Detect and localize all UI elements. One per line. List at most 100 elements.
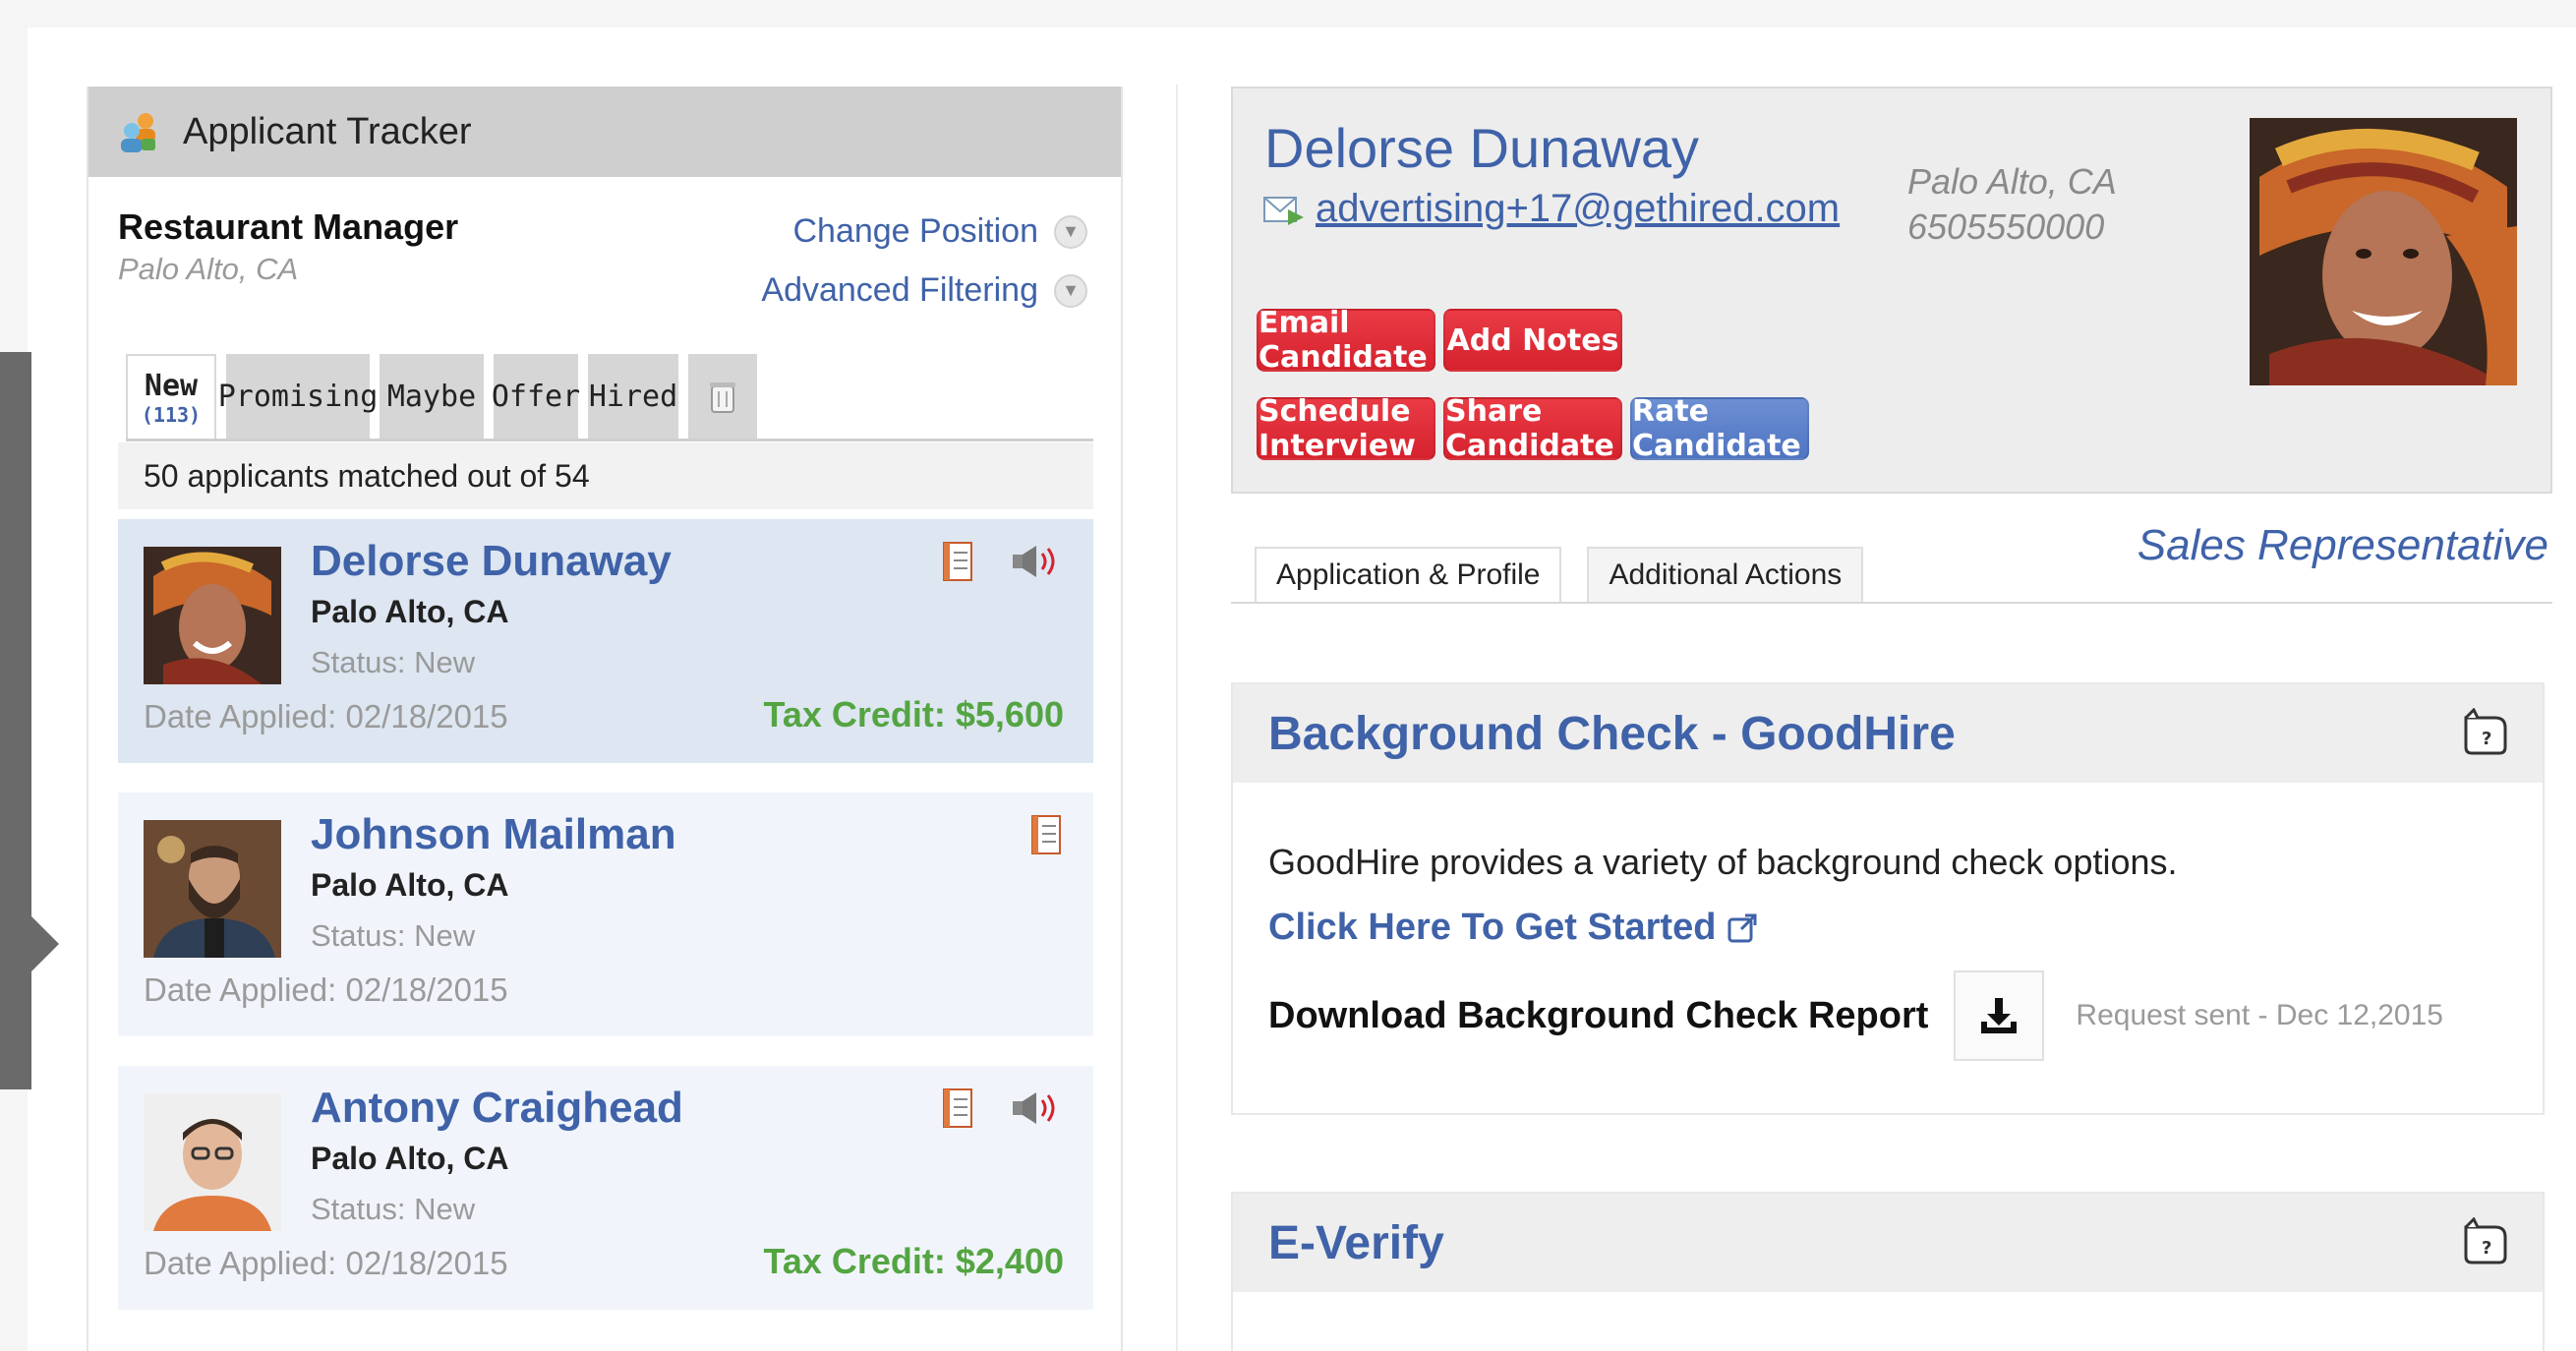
rate-candidate-button[interactable]: Rate Candidate bbox=[1630, 394, 1809, 463]
candidate-location: Palo Alto, CA bbox=[1907, 161, 2117, 202]
change-position-link[interactable]: Change Position ▼ bbox=[792, 212, 1087, 251]
everify-title: E-Verify bbox=[1268, 1216, 1444, 1269]
applicant-status: Status: New bbox=[311, 918, 476, 953]
tab-maybe-label: Maybe bbox=[386, 379, 477, 414]
applicant-name[interactable]: Delorse Dunaway bbox=[311, 537, 672, 586]
everify-header: E-Verify ? bbox=[1233, 1194, 2543, 1292]
help-icon[interactable]: ? bbox=[2460, 1217, 2511, 1268]
card-icons bbox=[940, 541, 1064, 582]
profile-tab-underline bbox=[1231, 602, 2552, 604]
applicant-city: Palo Alto, CA bbox=[311, 594, 509, 629]
notes-icon[interactable] bbox=[1028, 814, 1064, 855]
applicant-card[interactable]: Antony Craighead Palo Alto, CA Status: N… bbox=[118, 1066, 1093, 1310]
candidate-profile: Delorse Dunaway advertising+17@gethired.… bbox=[1231, 87, 2552, 494]
speaker-icon[interactable] bbox=[1011, 544, 1064, 579]
tab-underline bbox=[126, 439, 1093, 441]
notes-icon[interactable] bbox=[940, 1087, 975, 1129]
applicant-card[interactable]: Delorse Dunaway Palo Alto, CA Status: Ne… bbox=[118, 519, 1093, 763]
tab-new-count: (113) bbox=[141, 402, 202, 427]
svg-text:?: ? bbox=[2482, 729, 2491, 749]
tab-offer[interactable]: Offer bbox=[491, 354, 581, 439]
tax-credit: Tax Credit: $2,400 bbox=[763, 1241, 1064, 1281]
download-button[interactable] bbox=[1954, 970, 2045, 1061]
download-row: Download Background Check Report Request… bbox=[1268, 970, 2543, 1061]
candidate-photo bbox=[2250, 118, 2517, 385]
applicant-date: Date Applied: 02/18/2015 bbox=[144, 1245, 508, 1281]
get-started-label[interactable]: Click Here To Get Started bbox=[1268, 907, 1716, 949]
add-notes-button[interactable]: Add Notes bbox=[1443, 309, 1622, 372]
tax-credit: Tax Credit: $5,600 bbox=[763, 694, 1064, 734]
advanced-filtering-link[interactable]: Advanced Filtering ▼ bbox=[761, 271, 1087, 310]
status-tabs: New (113) Promising Maybe Offer Hired bbox=[126, 354, 757, 439]
background-check-body: GoodHire provides a variety of backgroun… bbox=[1233, 783, 2543, 1061]
avatar bbox=[144, 820, 281, 958]
chevron-down-icon[interactable]: ▼ bbox=[1054, 273, 1087, 308]
tracker-title: Applicant Tracker bbox=[183, 110, 472, 152]
trash-icon bbox=[710, 382, 735, 413]
card-icons bbox=[940, 1087, 1064, 1129]
position-label: Sales Representative bbox=[2137, 521, 2548, 569]
expand-arrow-icon[interactable] bbox=[31, 916, 59, 971]
chevron-down-icon[interactable]: ▼ bbox=[1054, 214, 1087, 249]
background-check-description: GoodHire provides a variety of backgroun… bbox=[1268, 842, 2178, 882]
applicant-card[interactable]: Johnson Mailman Palo Alto, CA Status: Ne… bbox=[118, 793, 1093, 1036]
everify-section: E-Verify ? bbox=[1231, 1192, 2545, 1351]
position-title: Restaurant Manager bbox=[118, 206, 459, 247]
email-icon bbox=[1263, 196, 1304, 225]
applicant-city: Palo Alto, CA bbox=[311, 867, 509, 903]
candidate-name: Delorse Dunaway bbox=[1264, 117, 1699, 179]
speaker-icon[interactable] bbox=[1011, 1090, 1064, 1126]
applicant-name[interactable]: Antony Craighead bbox=[311, 1084, 683, 1133]
profile-tabs: Application & Profile Additional Actions bbox=[1255, 547, 1864, 602]
tab-hired[interactable]: Hired bbox=[588, 354, 678, 439]
panel-divider bbox=[1176, 85, 1178, 1351]
email-candidate-button[interactable]: Email Candidate bbox=[1257, 306, 1435, 375]
download-report-label: Download Background Check Report bbox=[1268, 994, 1929, 1036]
applicant-status: Status: New bbox=[311, 645, 476, 679]
change-position-label: Change Position bbox=[792, 212, 1038, 250]
get-started-link[interactable]: Click Here To Get Started bbox=[1268, 907, 2543, 949]
background-check-header: Background Check - GoodHire ? bbox=[1233, 684, 2543, 783]
share-candidate-button[interactable]: Share Candidate bbox=[1443, 394, 1622, 463]
help-icon[interactable]: ? bbox=[2460, 708, 2511, 759]
tab-promising[interactable]: Promising bbox=[218, 354, 378, 439]
candidate-email[interactable]: advertising+17@gethired.com bbox=[1316, 187, 1840, 231]
tab-promising-label: Promising bbox=[217, 379, 379, 414]
applicant-date: Date Applied: 02/18/2015 bbox=[144, 698, 508, 734]
tab-new-label: New bbox=[144, 368, 199, 403]
people-icon bbox=[116, 109, 161, 154]
svg-text:?: ? bbox=[2482, 1238, 2491, 1259]
applicant-status: Status: New bbox=[311, 1192, 476, 1226]
position-location: Palo Alto, CA bbox=[118, 252, 299, 286]
background-check-section: Background Check - GoodHire ? GoodHire p… bbox=[1231, 682, 2545, 1115]
tracker-header: Applicant Tracker bbox=[88, 87, 1121, 177]
tab-maybe[interactable]: Maybe bbox=[380, 354, 484, 439]
tab-new[interactable]: New (113) bbox=[126, 354, 216, 439]
request-status: Request sent - Dec 12,2015 bbox=[2076, 999, 2443, 1031]
match-count: 50 applicants matched out of 54 bbox=[118, 442, 1093, 509]
tab-trash[interactable] bbox=[688, 354, 757, 439]
advanced-filtering-label: Advanced Filtering bbox=[761, 271, 1038, 309]
tab-hired-label: Hired bbox=[588, 379, 678, 414]
applicant-name[interactable]: Johnson Mailman bbox=[311, 810, 676, 859]
applicant-city: Palo Alto, CA bbox=[311, 1141, 509, 1176]
tab-application-profile[interactable]: Application & Profile bbox=[1255, 547, 1562, 602]
position-area: Restaurant Manager Palo Alto, CA Change … bbox=[88, 177, 1121, 344]
download-icon bbox=[1981, 998, 2018, 1033]
candidate-email-link[interactable]: advertising+17@gethired.com bbox=[1262, 187, 1840, 231]
collapse-handle[interactable] bbox=[0, 352, 31, 1089]
avatar bbox=[144, 547, 281, 684]
tab-offer-label: Offer bbox=[491, 379, 581, 414]
candidate-contact: Palo Alto, CA 6505550000 bbox=[1907, 159, 2117, 250]
applicant-date: Date Applied: 02/18/2015 bbox=[144, 971, 508, 1008]
schedule-interview-button[interactable]: Schedule Interview bbox=[1257, 394, 1435, 463]
notes-icon[interactable] bbox=[940, 541, 975, 582]
card-icons bbox=[1028, 814, 1064, 855]
external-link-icon[interactable] bbox=[1726, 911, 1759, 945]
applicant-list: Delorse Dunaway Palo Alto, CA Status: Ne… bbox=[118, 519, 1093, 1339]
background-check-title: Background Check - GoodHire bbox=[1268, 707, 1956, 760]
applicant-tracker-panel: Applicant Tracker Restaurant Manager Pal… bbox=[87, 87, 1123, 1351]
candidate-phone: 6505550000 bbox=[1907, 206, 2105, 247]
avatar bbox=[144, 1093, 281, 1231]
tab-additional-actions[interactable]: Additional Actions bbox=[1587, 547, 1864, 602]
